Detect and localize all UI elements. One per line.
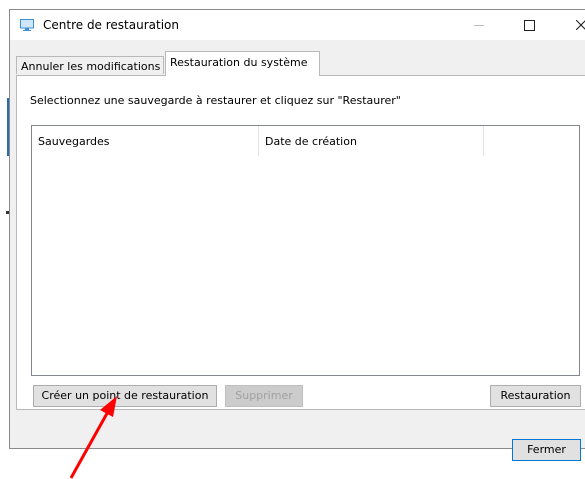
restore-button[interactable]: Restauration: [490, 385, 581, 407]
minimize-button[interactable]: [456, 10, 502, 40]
minimize-icon: [474, 24, 484, 26]
column-header-empty[interactable]: [484, 126, 581, 156]
close-icon: [576, 20, 585, 30]
system-restore-panel: Selectionnez une sauvegarde à restaurer …: [16, 75, 585, 410]
title-bar[interactable]: Centre de restauration: [10, 10, 585, 40]
list-header: Sauvegardes Date de création: [32, 126, 579, 156]
tab-undo-changes[interactable]: Annuler les modifications: [16, 56, 164, 74]
backups-list[interactable]: Sauvegardes Date de création: [31, 125, 580, 376]
tab-system-restore[interactable]: Restauration du système: [165, 51, 320, 76]
close-button[interactable]: Fermer: [512, 439, 581, 461]
column-header-creation-date[interactable]: Date de création: [259, 126, 484, 156]
maximize-button[interactable]: [506, 10, 552, 40]
close-window-button[interactable]: [558, 10, 585, 40]
create-restore-point-button[interactable]: Créer un point de restauration: [33, 385, 217, 407]
column-header-backups[interactable]: Sauvegardes: [32, 126, 259, 156]
instruction-text: Selectionnez une sauvegarde à restaurer …: [30, 94, 401, 107]
monitor-icon: [20, 19, 34, 31]
window-title: Centre de restauration: [43, 18, 179, 32]
restore-center-window: Centre de restauration Annuler les modif…: [9, 9, 585, 461]
maximize-icon: [523, 19, 535, 31]
delete-button[interactable]: Supprimer: [225, 385, 303, 407]
